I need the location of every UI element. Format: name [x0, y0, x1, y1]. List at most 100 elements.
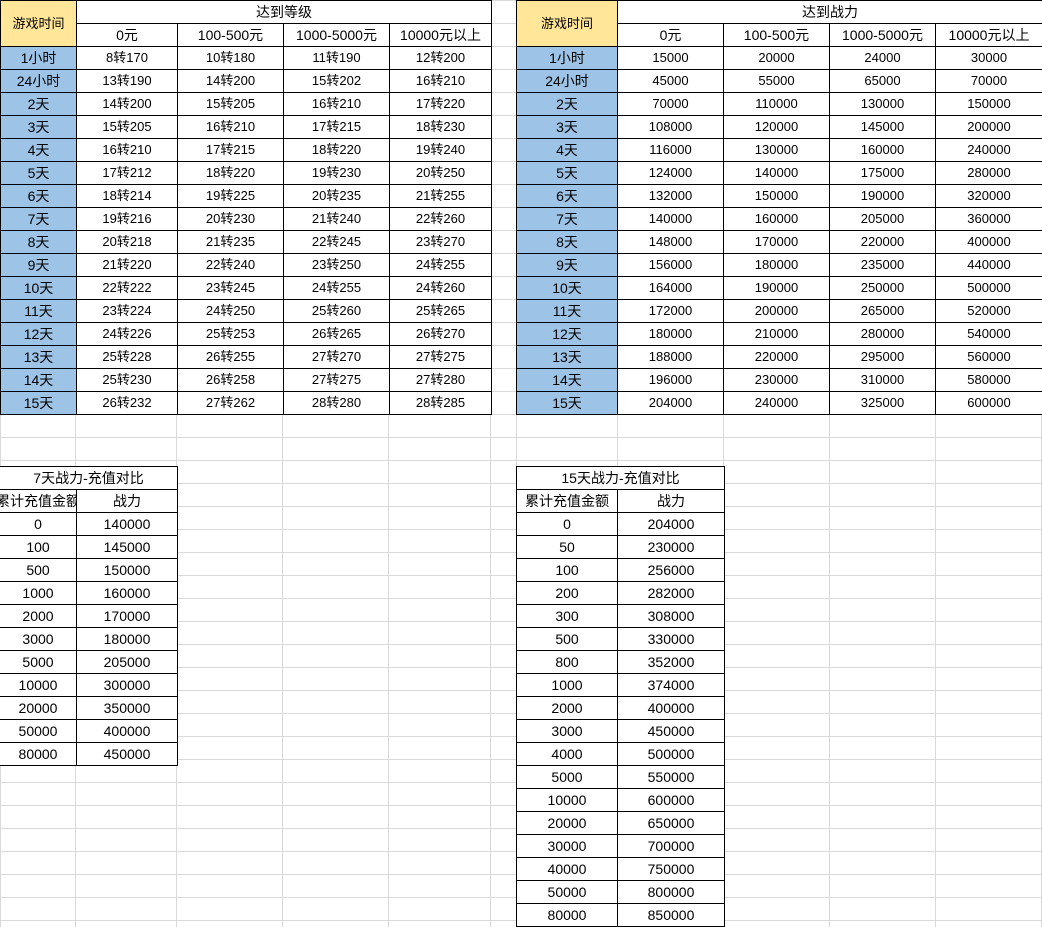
level-time-cell[interactable]: 3天: [0, 115, 77, 139]
power-value-cell[interactable]: 205000: [829, 207, 936, 231]
level-value-cell[interactable]: 26转255: [177, 345, 284, 369]
day15-power-cell[interactable]: 204000: [616, 512, 726, 536]
day15-power-cell[interactable]: 374000: [616, 673, 726, 697]
level-value-cell[interactable]: 27转275: [389, 345, 492, 369]
day7-power-cell[interactable]: 400000: [75, 719, 179, 743]
power-value-cell[interactable]: 148000: [617, 230, 724, 254]
level-time-cell[interactable]: 2天: [0, 92, 77, 116]
day15-amount-cell[interactable]: 3000: [516, 719, 618, 743]
level-value-cell[interactable]: 20转230: [177, 207, 284, 231]
level-value-cell[interactable]: 19转225: [177, 184, 284, 208]
power-value-cell[interactable]: 15000: [617, 46, 724, 70]
power-time-cell[interactable]: 2天: [516, 92, 618, 116]
level-value-cell[interactable]: 18转220: [283, 138, 390, 162]
level-value-cell[interactable]: 11转190: [283, 46, 390, 70]
level-value-cell[interactable]: 25转260: [283, 299, 390, 323]
level-value-cell[interactable]: 25转228: [76, 345, 178, 369]
power-value-cell[interactable]: 400000: [935, 230, 1042, 254]
day7-amount-cell[interactable]: 2000: [0, 604, 77, 628]
day7-amount-cell[interactable]: 500: [0, 558, 77, 582]
level-corner-header[interactable]: 游戏时间: [0, 0, 77, 47]
level-time-cell[interactable]: 15天: [0, 391, 77, 415]
level-value-cell[interactable]: 14转200: [177, 69, 284, 93]
power-time-cell[interactable]: 9天: [516, 253, 618, 277]
day15-power-cell[interactable]: 500000: [616, 742, 726, 766]
power-value-cell[interactable]: 170000: [723, 230, 830, 254]
power-time-cell[interactable]: 15天: [516, 391, 618, 415]
power-value-cell[interactable]: 235000: [829, 253, 936, 277]
level-value-cell[interactable]: 22转260: [389, 207, 492, 231]
power-value-cell[interactable]: 145000: [829, 115, 936, 139]
day15-power-cell[interactable]: 800000: [616, 880, 726, 904]
day15-power-cell[interactable]: 850000: [616, 903, 726, 927]
power-value-cell[interactable]: 140000: [617, 207, 724, 231]
power-value-cell[interactable]: 220000: [829, 230, 936, 254]
level-value-cell[interactable]: 26转270: [389, 322, 492, 346]
day15-power-header[interactable]: 战力: [616, 489, 726, 513]
level-value-cell[interactable]: 17转220: [389, 92, 492, 116]
day7-amount-cell[interactable]: 10000: [0, 673, 77, 697]
level-value-cell[interactable]: 25转265: [389, 299, 492, 323]
level-value-cell[interactable]: 12转200: [389, 46, 492, 70]
power-value-cell[interactable]: 200000: [723, 299, 830, 323]
day15-amount-cell[interactable]: 4000: [516, 742, 618, 766]
level-value-cell[interactable]: 26转232: [76, 391, 178, 415]
day7-power-cell[interactable]: 450000: [75, 742, 179, 766]
power-time-cell[interactable]: 11天: [516, 299, 618, 323]
level-value-cell[interactable]: 18转220: [177, 161, 284, 185]
power-value-cell[interactable]: 240000: [935, 138, 1042, 162]
level-value-cell[interactable]: 16转210: [177, 115, 284, 139]
power-value-cell[interactable]: 200000: [935, 115, 1042, 139]
power-value-cell[interactable]: 190000: [829, 184, 936, 208]
day7-amount-cell[interactable]: 50000: [0, 719, 77, 743]
power-value-cell[interactable]: 124000: [617, 161, 724, 185]
day15-amount-cell[interactable]: 20000: [516, 811, 618, 835]
power-value-cell[interactable]: 580000: [935, 368, 1042, 392]
level-value-cell[interactable]: 16转210: [76, 138, 178, 162]
power-value-cell[interactable]: 70000: [935, 69, 1042, 93]
day7-amount-header[interactable]: 累计充值金额: [0, 489, 77, 513]
level-time-cell[interactable]: 10天: [0, 276, 77, 300]
power-value-cell[interactable]: 190000: [723, 276, 830, 300]
power-value-cell[interactable]: 30000: [935, 46, 1042, 70]
level-time-cell[interactable]: 4天: [0, 138, 77, 162]
level-time-cell[interactable]: 6天: [0, 184, 77, 208]
level-value-cell[interactable]: 24转226: [76, 322, 178, 346]
level-value-cell[interactable]: 20转235: [283, 184, 390, 208]
power-value-cell[interactable]: 188000: [617, 345, 724, 369]
level-value-cell[interactable]: 26转265: [283, 322, 390, 346]
power-value-cell[interactable]: 130000: [723, 138, 830, 162]
day15-title[interactable]: 15天战力-充值对比: [515, 466, 726, 490]
power-time-cell[interactable]: 14天: [516, 368, 618, 392]
level-time-cell[interactable]: 11天: [0, 299, 77, 323]
day7-amount-cell[interactable]: 20000: [0, 696, 77, 720]
power-value-cell[interactable]: 172000: [617, 299, 724, 323]
level-value-cell[interactable]: 21转220: [76, 253, 178, 277]
level-value-cell[interactable]: 19转216: [76, 207, 178, 231]
power-value-cell[interactable]: 295000: [829, 345, 936, 369]
day15-amount-cell[interactable]: 10000: [516, 788, 618, 812]
day15-amount-cell[interactable]: 100: [516, 558, 618, 582]
day15-power-cell[interactable]: 256000: [616, 558, 726, 582]
level-value-cell[interactable]: 21转255: [389, 184, 492, 208]
power-value-cell[interactable]: 24000: [829, 46, 936, 70]
power-value-cell[interactable]: 520000: [935, 299, 1042, 323]
level-time-cell[interactable]: 12天: [0, 322, 77, 346]
level-value-cell[interactable]: 10转180: [177, 46, 284, 70]
level-value-cell[interactable]: 24转255: [283, 276, 390, 300]
day7-amount-cell[interactable]: 80000: [0, 742, 77, 766]
level-value-cell[interactable]: 15转205: [177, 92, 284, 116]
level-group-header[interactable]: 达到等级: [76, 0, 492, 24]
power-value-cell[interactable]: 132000: [617, 184, 724, 208]
day7-amount-cell[interactable]: 1000: [0, 581, 77, 605]
level-value-cell[interactable]: 24转260: [389, 276, 492, 300]
day15-power-cell[interactable]: 550000: [616, 765, 726, 789]
power-value-cell[interactable]: 560000: [935, 345, 1042, 369]
power-time-cell[interactable]: 5天: [516, 161, 618, 185]
day7-power-cell[interactable]: 205000: [75, 650, 179, 674]
power-time-cell[interactable]: 1小时: [516, 46, 618, 70]
power-time-cell[interactable]: 24小时: [516, 69, 618, 93]
level-value-cell[interactable]: 17转212: [76, 161, 178, 185]
power-value-cell[interactable]: 70000: [617, 92, 724, 116]
power-value-cell[interactable]: 160000: [723, 207, 830, 231]
